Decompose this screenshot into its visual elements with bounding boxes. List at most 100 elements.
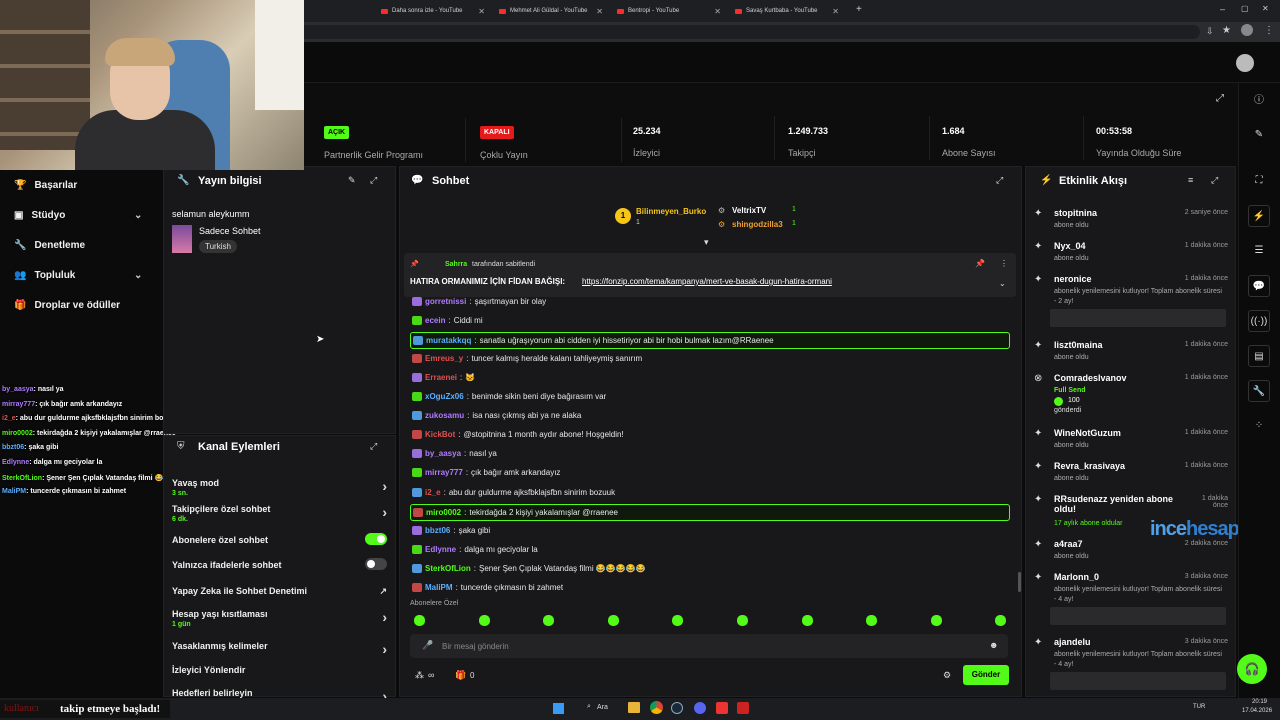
microphone-icon[interactable]: 🎤 <box>422 640 433 651</box>
channel-action-item[interactable]: Takipçilere özel sohbet 6 dk. › <box>172 504 387 523</box>
popout-icon[interactable]: ⤢ <box>370 175 377 186</box>
points-icon[interactable]: ⁂ <box>415 670 424 681</box>
emote-icon[interactable] <box>543 615 555 626</box>
menu-icon[interactable]: ⋮ <box>1264 25 1274 36</box>
share-icon[interactable]: ⁘ <box>1248 415 1270 437</box>
search-icon[interactable]: ⌕ <box>587 703 591 711</box>
app-icon[interactable] <box>737 702 749 714</box>
chat-username[interactable]: ecein <box>425 316 445 325</box>
channel-action-item[interactable]: Hesap yaşı kısıtlaması 1 gün › <box>172 609 387 628</box>
steam-icon[interactable] <box>671 702 683 714</box>
chat-username[interactable]: MaliPM <box>425 583 453 592</box>
chat-username[interactable]: bbzt06 <box>425 526 450 535</box>
folder-icon[interactable] <box>628 702 640 713</box>
pinned-link[interactable]: https://fonzip.com/tema/kampanya/mert-ve… <box>582 277 832 286</box>
chrome-icon[interactable] <box>650 701 663 714</box>
chat-username[interactable]: zukosamu <box>425 411 464 420</box>
browser-tab[interactable]: Bentropi - YouTube ✕ <box>611 3 729 19</box>
chat-username[interactable]: KickBot <box>425 430 455 439</box>
chat-username[interactable]: gorretnissi <box>425 297 466 306</box>
browser-tab[interactable]: Mehmet Ali Güldal - YouTube ✕ <box>493 3 611 19</box>
nav-item-community[interactable]: 👥 Topluluk ⌄ <box>14 270 142 281</box>
info-icon[interactable]: ⓘ <box>1248 90 1270 112</box>
nav-item-studio[interactable]: ▣ Stüdyo ⌄ <box>14 210 142 221</box>
channel-action-item[interactable]: İzleyici Yönlendir <box>172 665 387 675</box>
support-icon[interactable]: 🎧 <box>1237 654 1267 684</box>
emoji-icon[interactable]: ☻ <box>989 640 998 650</box>
clock-date[interactable]: 17.04.2026 <box>1242 708 1272 714</box>
chevron-down-icon[interactable]: ▾ <box>704 237 709 248</box>
nav-item-drops[interactable]: 🎁 Droplar ve ödüller <box>14 300 120 311</box>
expand-icon[interactable]: ⛶ <box>1248 170 1270 192</box>
edit-icon[interactable]: ✎ <box>348 175 356 186</box>
windows-start-icon[interactable] <box>553 703 564 714</box>
pinned-by-user[interactable]: Sahrra <box>445 261 467 268</box>
channel-action-item[interactable]: Yavaş mod 3 sn. › <box>172 478 387 497</box>
close-window-icon[interactable]: ✕ <box>1262 4 1269 13</box>
browser-tab[interactable]: Daha sonra izle - YouTube ✕ <box>375 3 493 19</box>
toggle-switch[interactable] <box>365 533 387 545</box>
taskbar-search[interactable]: Ara <box>597 704 608 711</box>
emote-icon[interactable] <box>414 615 425 626</box>
activity-item[interactable]: ✦ ajandelu 3 dakika önce abonelik yenilemes… <box>1032 637 1228 690</box>
chat-username[interactable]: Edlynne <box>425 545 456 554</box>
chat-username[interactable]: by_aasya <box>425 449 461 458</box>
unpin-icon[interactable]: 📌 <box>975 259 985 268</box>
activity-item[interactable]: ✦ liszt0maina 1 dakika önce abone oldu <box>1032 340 1228 370</box>
gift-icon[interactable]: 🎁 <box>455 670 466 681</box>
emote-icon[interactable] <box>737 615 748 626</box>
send-button[interactable]: Gönder <box>963 665 1009 685</box>
close-icon[interactable]: ✕ <box>714 7 721 16</box>
language-indicator[interactable]: TUR <box>1193 704 1205 710</box>
emote-icon[interactable] <box>607 615 619 626</box>
wrench-icon[interactable]: 🔧 <box>1248 380 1270 402</box>
emote-icon[interactable] <box>801 615 813 626</box>
chat-username[interactable]: Emreus_y <box>425 354 463 363</box>
discord-icon[interactable] <box>694 702 706 714</box>
browser-tab[interactable]: Savaş Kurtbaba - YouTube ✕ <box>729 3 847 19</box>
emote-icon[interactable] <box>866 615 878 626</box>
activity-item[interactable]: ✦ neronice 1 dakika önce abonelik yenilemes… <box>1032 274 1228 327</box>
chevron-down-icon[interactable]: ⌄ <box>999 279 1006 288</box>
list-icon[interactable]: ☰ <box>1248 240 1270 262</box>
chat-username[interactable]: SterkOfLion <box>425 564 471 573</box>
new-tab-icon[interactable]: + <box>856 4 862 15</box>
nav-item-moderation[interactable]: 🔧 Denetleme <box>14 240 85 251</box>
filter-icon[interactable]: ≡ <box>1188 175 1193 185</box>
tag-chip[interactable]: Turkish <box>199 240 237 253</box>
emote-icon[interactable] <box>930 615 942 626</box>
leaderboard-user[interactable]: shingodzilla3 <box>732 220 783 229</box>
broadcast-icon[interactable]: ((·)) <box>1248 310 1270 332</box>
activity-item[interactable]: ✦ Revra_krasivaya 1 dakika önce abone oldu <box>1032 461 1228 491</box>
close-icon[interactable]: ✕ <box>596 7 603 16</box>
bookmark-icon[interactable]: ⇩ <box>1206 26 1214 37</box>
activity-item[interactable]: ✦ a4raa7 2 dakika önce abone oldu <box>1032 539 1228 569</box>
bolt-icon[interactable]: ⚡ <box>1248 205 1270 227</box>
chat-username[interactable]: muratakkqq <box>426 336 471 345</box>
leaderboard-user[interactable]: VeltrixTV <box>732 206 766 215</box>
popout-icon[interactable]: ⤢ <box>370 441 377 452</box>
database-icon[interactable]: ▤ <box>1248 345 1270 367</box>
channel-action-item[interactable]: Yalnızca ifadelerle sohbet <box>172 558 387 570</box>
star-icon[interactable]: ★ <box>1222 25 1231 36</box>
maximize-icon[interactable]: ▢ <box>1241 4 1249 13</box>
popout-icon[interactable]: ⤢ <box>996 175 1003 186</box>
activity-item[interactable]: ✦ Nyx_04 1 dakika önce abone oldu <box>1032 241 1228 271</box>
category-name[interactable]: Sadece Sohbet <box>199 226 261 236</box>
chat-scrollbar[interactable] <box>1018 572 1021 592</box>
edit-icon[interactable]: ✎ <box>1248 124 1270 146</box>
popout-icon[interactable]: ⤢ <box>1216 93 1224 104</box>
popout-icon[interactable]: ⤢ <box>1211 175 1218 186</box>
nav-item-achievements[interactable]: 🏆 Başarılar <box>14 180 77 191</box>
activity-item[interactable]: ✦ Marlonn_0 3 dakika önce abonelik yenileme… <box>1032 572 1228 625</box>
close-icon[interactable]: ✕ <box>478 7 485 16</box>
chat-username[interactable]: miro0002 <box>426 508 461 517</box>
chat-icon[interactable]: 💬 <box>1248 275 1270 297</box>
app-icon[interactable] <box>716 702 728 714</box>
more-icon[interactable]: ⋮ <box>1000 259 1008 268</box>
user-avatar[interactable] <box>1236 54 1254 72</box>
activity-item[interactable]: ⊗ Comradeslvanov 1 dakika önce Full Send 100… <box>1032 373 1228 414</box>
clock-time[interactable]: 20:19 <box>1252 699 1267 705</box>
emote-icon[interactable] <box>478 615 490 626</box>
chat-username[interactable]: xOguZx06 <box>425 392 464 401</box>
